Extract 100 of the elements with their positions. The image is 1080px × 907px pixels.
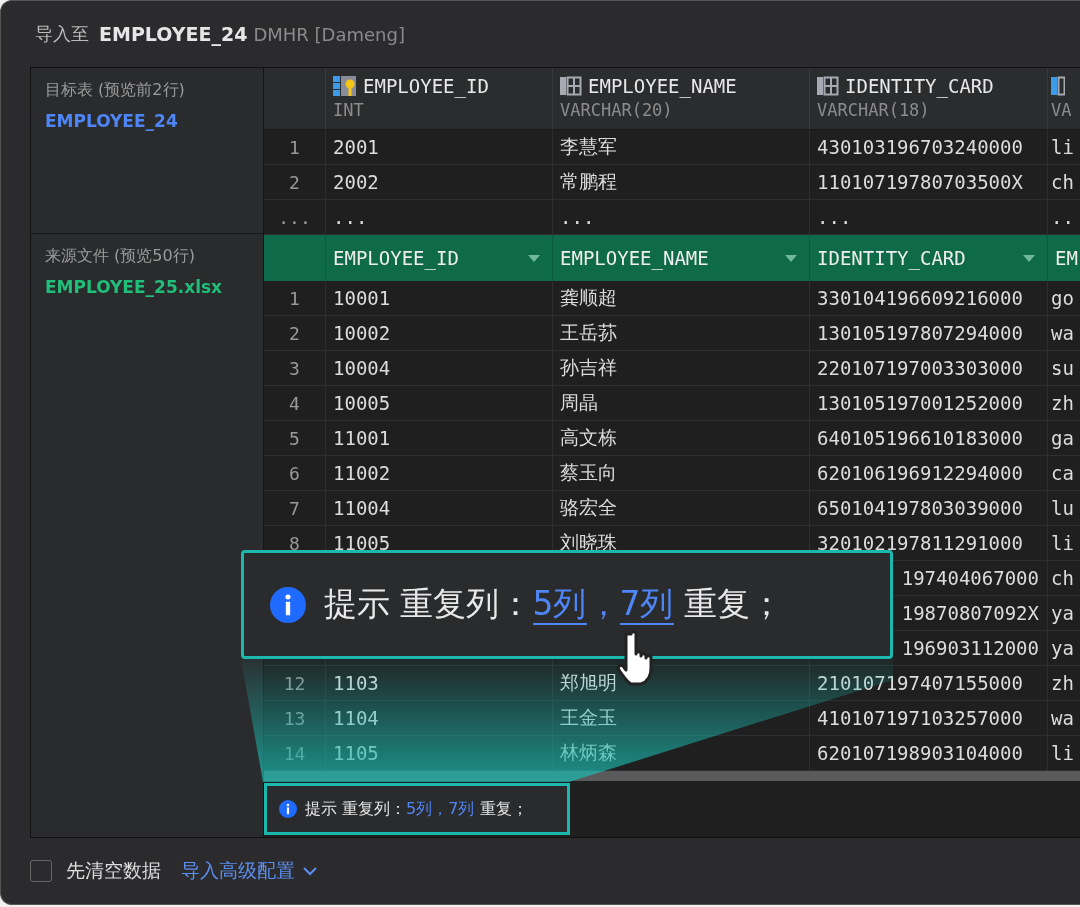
table-cell: 19870807092X [901,602,1039,624]
table-cell: 11005 [333,532,391,554]
table-cell: 640105196610183000 [817,427,1023,449]
table-cell: 11001 [333,427,391,449]
table-column-icon [1051,76,1065,96]
caret-icon [785,254,797,262]
row-number: 1 [288,286,301,311]
table-cell: 430103196703240000 [817,136,1023,158]
column-mapping-select[interactable]: EMPLOYEE_NAME [552,235,809,281]
table-cell: 2001 [333,136,379,158]
table-cell-text: 孙吉祥 [560,355,617,380]
column-type: INT [333,100,365,120]
table-cell: ch [1051,171,1074,193]
table-cell: 11004 [333,497,391,519]
section-label: 来源文件 (预览50行) [45,246,196,267]
table-cell-text: 龚顺超 [560,285,617,310]
column-link[interactable]: 7列 [448,798,475,818]
column-name: EMPLOYEE_ID [363,75,489,97]
table-cell: ... [560,206,595,228]
table-cell-text: 林炳森 [560,740,617,765]
table-name: EMPLOYEE_24 [99,23,248,45]
table-cell: zh [1051,392,1074,414]
column-type: VA [1051,100,1073,120]
row-number: 3 [288,356,301,381]
column-name: IDENTITY_CARD [845,75,994,97]
checkbox-label: 先清空数据 [66,858,161,883]
column-mapping-select[interactable]: IDENTITY_CARD [809,235,1047,281]
table-cell: go [1051,287,1074,309]
row-number: 12 [282,671,307,696]
table-cell: 620107198903104000 [817,742,1023,764]
row-number: 4 [288,391,301,416]
table-cell: 10005 [333,392,391,414]
table-cell: 210107197407155000 [817,672,1023,694]
table-cell: wa [1051,322,1074,344]
dialog-title: 导入至 [35,22,89,46]
target-table-name: EMPLOYEE_24 [45,111,179,131]
row-number: 2 [288,170,301,195]
table-cell: .. [1051,206,1074,228]
row-number: 2 [288,321,301,346]
table-cell: 320102197811291000 [817,532,1023,554]
row-number: ... [277,205,312,230]
column-mapping-select[interactable]: EMPLOYEE_ID [325,235,552,281]
table-cell: su [1051,357,1074,379]
table-cell: ... [817,206,852,228]
table-cell: 1103 [333,672,379,694]
hint-message: 提示 重复列：5列，7列 重复； [305,798,528,820]
table-cell-text: 郑旭明 [560,670,617,695]
table-cell-text: 蔡玉向 [560,460,617,485]
table-cell: ya [1051,637,1074,659]
table-cell: ch [1051,567,1074,589]
column-mapping-select[interactable]: EM [1047,235,1080,281]
table-cell: ga [1051,427,1074,449]
table-cell-text: 常鹏程 [560,169,617,194]
table-cell: 2002 [333,171,379,193]
column-type: VARCHAR(20) [560,100,674,120]
table-cell: 10002 [333,322,391,344]
caret-icon [528,254,540,262]
table-cell: 1104 [333,707,379,729]
table-cell: 130105197807294000 [817,322,1023,344]
column-type: VARCHAR(18) [817,100,931,120]
table-cell: 11002 [333,462,391,484]
key-column-icon [333,75,357,97]
section-label: 目标表 (预览前2行) [45,80,186,101]
table-cell: 330104196609216000 [817,287,1023,309]
caret-icon [1023,254,1035,262]
checkbox[interactable] [30,860,52,882]
info-icon [270,586,306,623]
row-number: 8 [288,531,301,556]
table-cell: zh [1051,672,1074,694]
table-cell-text: 李慧军 [560,134,617,159]
table-cell: 410107197103257000 [817,707,1023,729]
row-number: 7 [288,496,301,521]
table-cell: 10004 [333,357,391,379]
info-icon [279,800,297,818]
table-cell-text: 周晶 [560,390,598,415]
schema-name: DMHR [Dameng] [253,23,405,45]
chevron-icon [303,866,317,876]
table-cell: li [1051,742,1074,764]
table-cell: 650104197803039000 [817,497,1023,519]
table-cell: ... [333,206,368,228]
table-cell: ca [1051,462,1074,484]
table-cell: 10001 [333,287,391,309]
column-link[interactable]: 5列 [406,798,433,818]
row-number: 5 [288,426,301,451]
table-cell-text: 王金玉 [560,705,617,730]
table-cell: 11010719780703500X [817,171,1023,193]
table-column-icon [817,76,839,96]
table-cell: 1105 [333,742,379,764]
table-cell: 197404067000 [901,567,1039,589]
table-cell: 220107197003303000 [817,357,1023,379]
table-cell: wa [1051,707,1074,729]
column-link[interactable]: 7列 [619,585,674,625]
advanced-config-link[interactable]: 导入高级配置 [175,858,317,884]
table-cell: li [1051,136,1074,158]
column-link[interactable]: 5列 [532,585,587,625]
table-cell: 620106196912294000 [817,462,1023,484]
table-cell: lu [1051,497,1074,519]
table-cell: li [1051,532,1074,554]
row-number: 13 [282,706,307,731]
table-cell-text: 王岳荪 [560,320,617,345]
